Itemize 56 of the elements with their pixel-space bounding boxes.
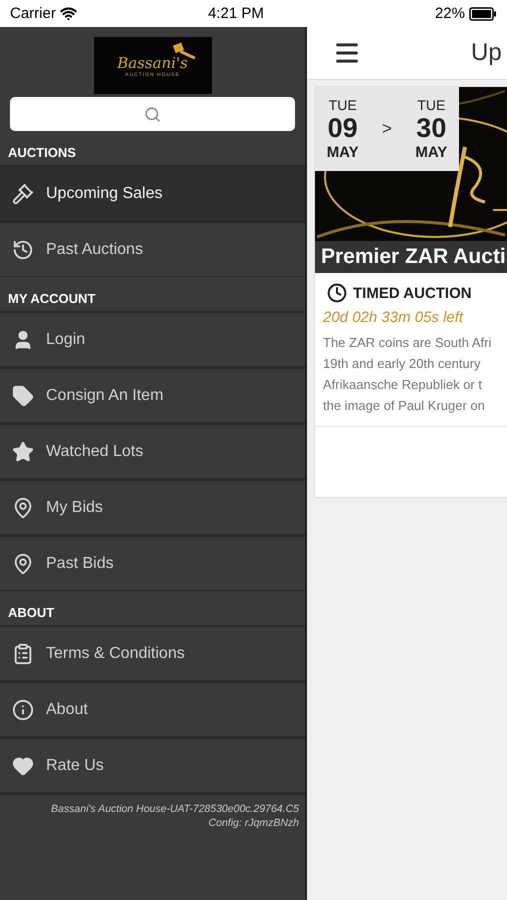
- menu-item[interactable]: Past Bids: [0, 535, 305, 591]
- menu-item-label: Past Bids: [46, 554, 114, 572]
- menu-item[interactable]: About: [0, 681, 305, 737]
- section-title: MY ACCOUNT: [7, 290, 96, 308]
- menu-item-label: My Bids: [46, 498, 103, 516]
- menu-item-label: Consign An Item: [46, 386, 164, 404]
- auction-description: The ZAR coins are South Afri 19th and early 20th century Afrikaansche Republiek or t the image of Paul Kruger on: [315, 326, 507, 427]
- section-title: AUCTIONS: [7, 144, 77, 162]
- build-info: Config: rJqmzBNzh: [208, 817, 299, 829]
- end-day: 30: [416, 113, 446, 144]
- tag-icon: [12, 384, 34, 406]
- start-month: MAY: [326, 144, 359, 161]
- clipboard-icon: [12, 642, 34, 664]
- battery-icon: [469, 6, 497, 20]
- end-weekday: TUE: [417, 97, 446, 113]
- start-day: 09: [328, 113, 358, 144]
- clock-icon: [327, 283, 347, 303]
- menu-item[interactable]: Consign An Item: [0, 367, 305, 423]
- countdown: 20d 02h 33m 05s left: [322, 308, 464, 326]
- end-month: MAY: [415, 144, 448, 161]
- carrier-name: Carrier: [10, 5, 56, 22]
- menu-item-label: Past Auctions: [46, 240, 143, 258]
- menu-item[interactable]: Rate Us: [0, 737, 305, 793]
- menu-item[interactable]: Past Auctions: [0, 221, 305, 277]
- auction-type: TIMED AUCTION: [353, 284, 472, 302]
- section-title: ABOUT: [7, 604, 56, 622]
- search-field[interactable]: [10, 97, 295, 131]
- menu-item-label: Login: [46, 330, 86, 348]
- start-weekday: TUE: [328, 97, 357, 113]
- auction-title: Premier ZAR Aucti: [315, 241, 507, 273]
- menu-item[interactable]: Watched Lots: [0, 423, 305, 479]
- map-pin-icon: [12, 552, 34, 574]
- gavel-icon: [12, 182, 34, 204]
- page-title: Up: [471, 39, 502, 67]
- build-info: Bassani's Auction House-UAT-728530e00c.29764.C5: [51, 803, 299, 815]
- menu-item-label: About: [46, 700, 88, 718]
- heart-icon: [12, 754, 34, 776]
- clock-time: 4:21 PM: [208, 5, 265, 22]
- wifi-icon: [60, 5, 77, 22]
- star-icon: [12, 440, 34, 462]
- menu-item[interactable]: Login: [0, 311, 305, 367]
- menu-item-label: Terms & Conditions: [46, 644, 185, 662]
- menu-item-label: Rate Us: [46, 756, 104, 774]
- menu-item-label: Watched Lots: [46, 442, 144, 460]
- menu-item[interactable]: Terms & Conditions: [0, 625, 305, 681]
- search-icon: [144, 106, 161, 122]
- map-pin-icon: [12, 496, 34, 518]
- menu-item[interactable]: Upcoming Sales: [0, 165, 305, 221]
- info-icon: [12, 698, 34, 720]
- battery-percent: 22%: [434, 5, 465, 22]
- menu-item[interactable]: My Bids: [0, 479, 305, 535]
- auction-card[interactable]: TUE 09 MAY > TUE 30 MAY Premier ZAR Aucti TIMED AUCTION 20d 02h 33m 05s left The ZAR coins are South Afri 19th and early 20th century Afrikaansche Republiek or t the image of Paul Kruger on: [314, 86, 507, 498]
- menu-item-label: Upcoming Sales: [46, 184, 162, 202]
- logo-script: Bassani's: [117, 54, 188, 72]
- history-icon: [12, 238, 34, 260]
- date-separator: >: [382, 119, 392, 139]
